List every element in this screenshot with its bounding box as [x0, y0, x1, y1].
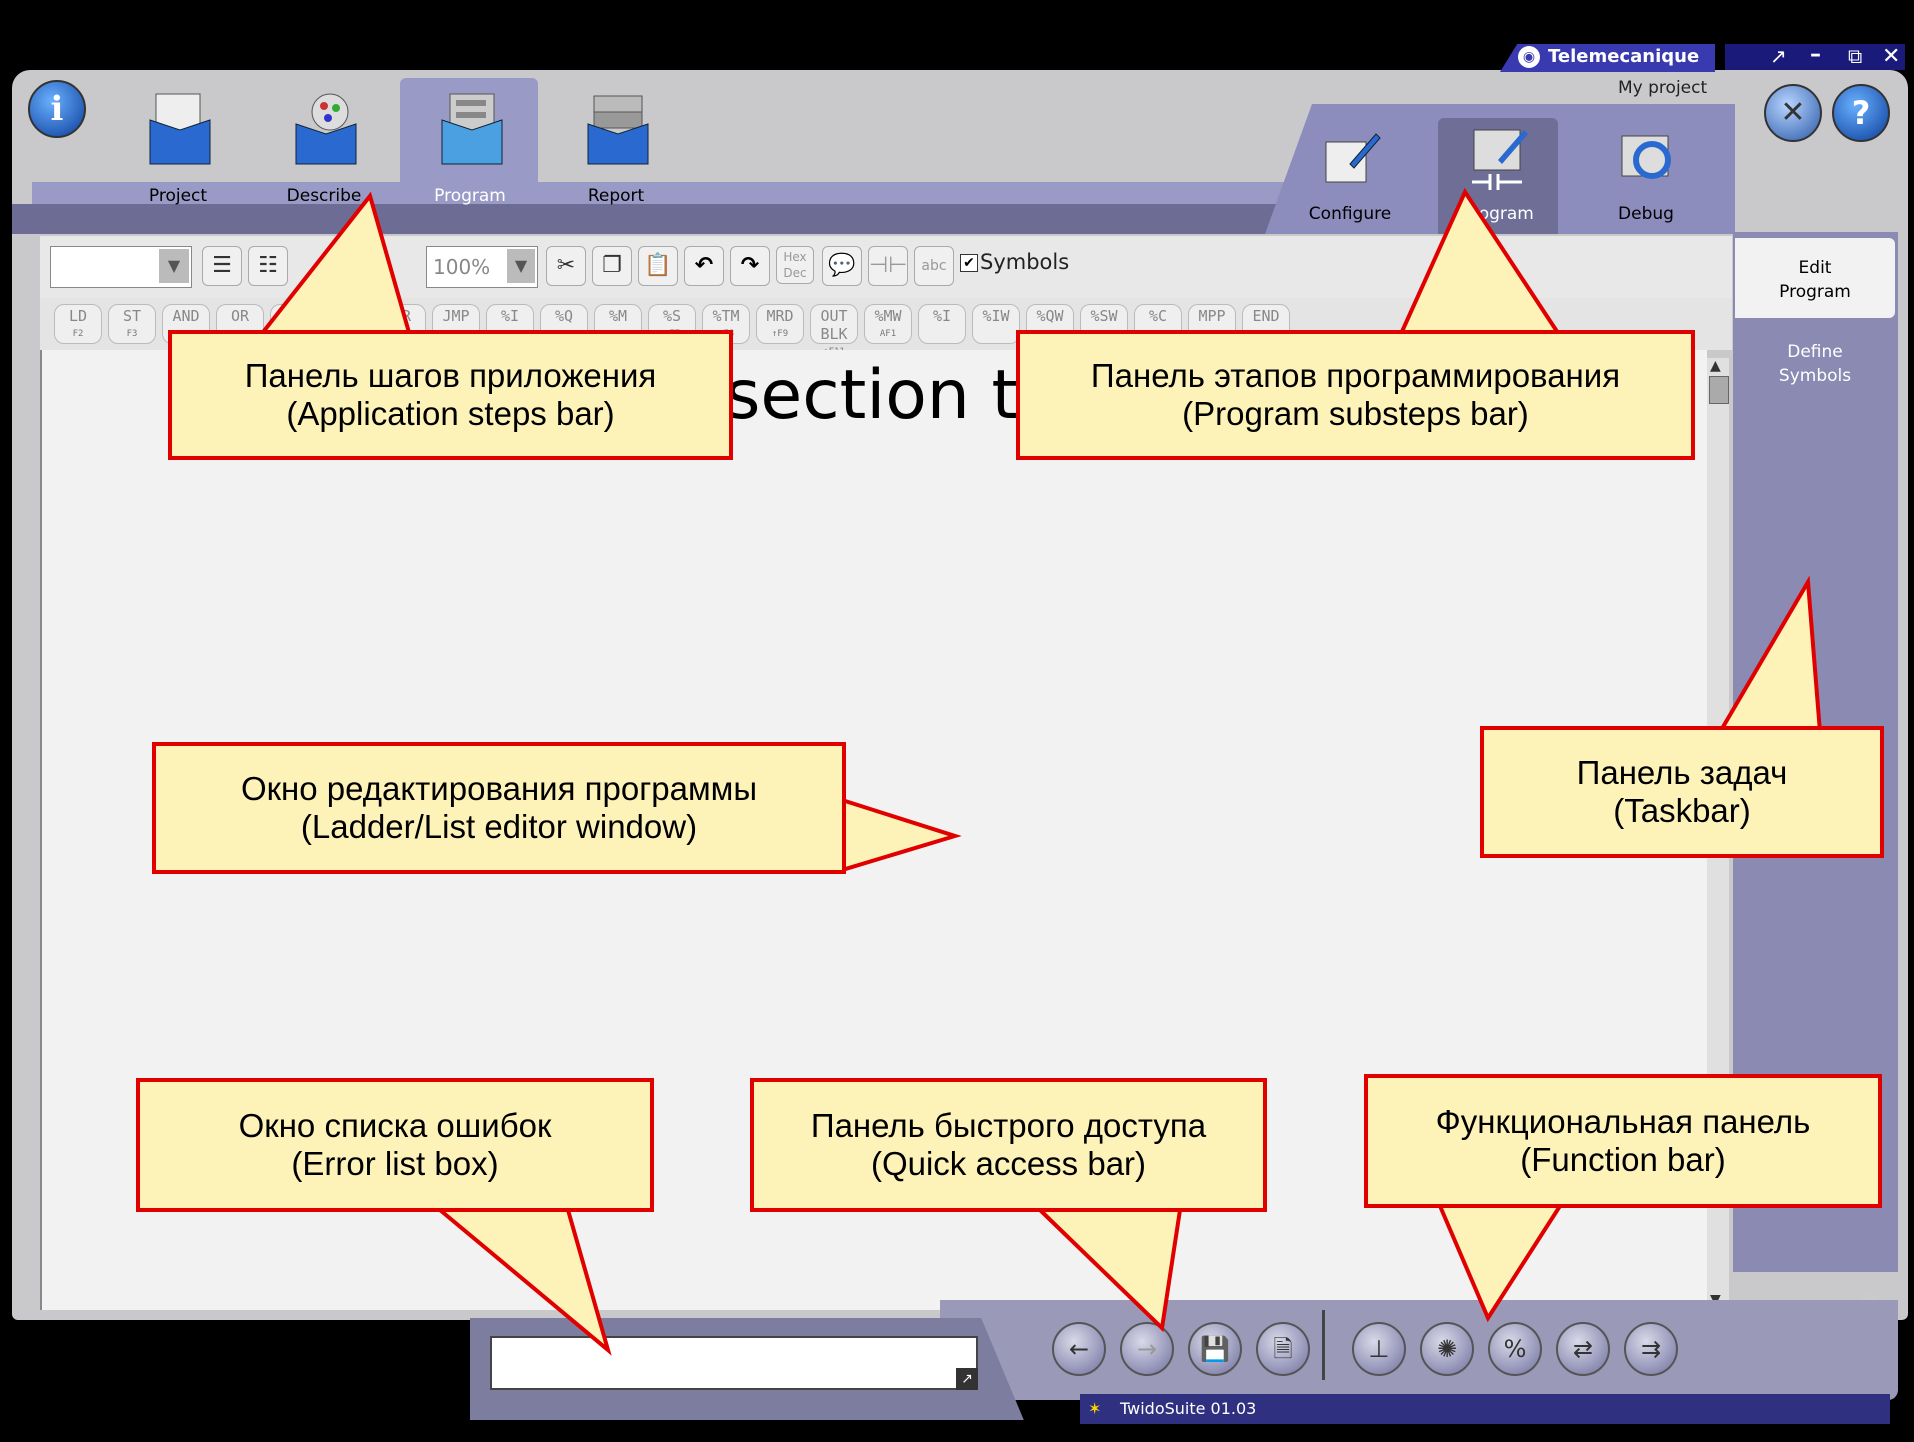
- callout-error-list: Окно списка ошибок (Error list box): [136, 1078, 654, 1212]
- callout-application-steps: Панель шагов приложения (Application ste…: [168, 330, 733, 460]
- callout-en: (Application steps bar): [286, 395, 615, 432]
- callout-ru: Панель задач: [1576, 754, 1788, 791]
- callout-program-substeps: Панель этапов программирования (Program …: [1016, 330, 1695, 460]
- callout-en: (Program substeps bar): [1182, 395, 1529, 432]
- callout-en: (Ladder/List editor window): [300, 808, 698, 845]
- callout-ru: Функциональная панель: [1435, 1103, 1811, 1140]
- callout-ru: Панель этапов программирования: [1090, 357, 1621, 394]
- callout-en: (Error list box): [291, 1145, 499, 1182]
- callout-taskbar: Панель задач (Taskbar): [1480, 726, 1884, 858]
- callout-pointers: [255, 187, 1823, 1356]
- callout-ru: Панель шагов приложения: [244, 357, 657, 394]
- callout-editor-window: Окно редактирования программы (Ladder/Li…: [152, 742, 846, 874]
- callout-function-bar: Функциональная панель (Function bar): [1364, 1074, 1882, 1208]
- callout-ru: Окно списка ошибок: [238, 1107, 552, 1144]
- callout-ru: Окно редактирования программы: [240, 770, 758, 807]
- callout-en: (Quick access bar): [870, 1145, 1147, 1182]
- callout-ru: Панель быстрого доступа: [810, 1107, 1207, 1144]
- callout-en: (Taskbar): [1613, 792, 1751, 829]
- callout-quick-access: Панель быстрого доступа (Quick access ba…: [750, 1078, 1267, 1212]
- callout-en: (Function bar): [1520, 1141, 1726, 1178]
